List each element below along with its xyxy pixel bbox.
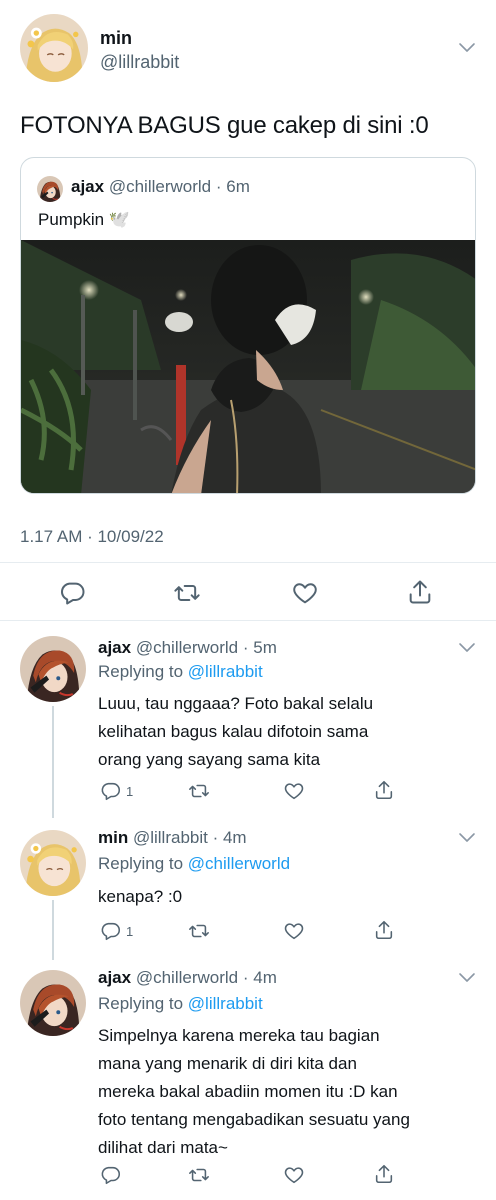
- like-icon[interactable]: [283, 920, 305, 942]
- reply-text: Luuu, tau nggaaa? Foto bakal selalu keli…: [98, 694, 374, 769]
- separator-dot: ·: [238, 638, 254, 657]
- quoted-time: 6m: [226, 177, 250, 196]
- retweet-icon[interactable]: [173, 579, 201, 607]
- reply-author-name[interactable]: ajax: [98, 638, 131, 657]
- replying-to-link[interactable]: @chillerworld: [188, 854, 290, 873]
- reply-icon[interactable]: [59, 579, 87, 607]
- reply-time: 4m: [253, 968, 277, 987]
- quoted-author-handle: @chillerworld: [108, 177, 212, 196]
- quoted-text: Pumpkin 🕊️: [38, 210, 131, 229]
- replying-to: Replying to @chillerworld: [98, 854, 290, 874]
- reply-header: min @lillrabbit · 4m: [98, 828, 247, 848]
- reply-count: 1: [126, 784, 134, 799]
- chevron-down-icon[interactable]: [458, 42, 476, 54]
- avatar[interactable]: [20, 830, 86, 896]
- reply-text: kenapa? :0: [98, 887, 183, 906]
- reply-header: ajax @chillerworld · 4m: [98, 968, 277, 988]
- like-icon[interactable]: [291, 579, 319, 607]
- quoted-header: ajax @chillerworld · 6m: [71, 177, 250, 197]
- avatar[interactable]: [20, 636, 86, 702]
- reply-author-handle[interactable]: @chillerworld: [136, 968, 238, 987]
- quoted-photo[interactable]: [21, 240, 476, 494]
- reply-author-name[interactable]: min: [98, 828, 128, 847]
- author-name[interactable]: min: [100, 28, 132, 49]
- reply-text: Simpelnya karena mereka tau bagian mana …: [98, 1026, 410, 1157]
- divider: [0, 620, 496, 621]
- separator-dot: ·: [211, 177, 227, 196]
- separator-dot: ·: [238, 968, 254, 987]
- replying-to-label: Replying to: [98, 854, 184, 873]
- reply-icon[interactable]: [100, 1164, 122, 1186]
- divider: [0, 562, 496, 563]
- replying-to-label: Replying to: [98, 662, 184, 681]
- quoted-author-name: ajax: [71, 177, 105, 196]
- retweet-icon[interactable]: [188, 780, 210, 802]
- share-icon[interactable]: [373, 919, 395, 941]
- like-icon[interactable]: [283, 1164, 305, 1186]
- reply-author-name[interactable]: ajax: [98, 968, 131, 987]
- chevron-down-icon[interactable]: [458, 832, 476, 844]
- replying-to: Replying to @lillrabbit: [98, 994, 263, 1014]
- share-icon[interactable]: [373, 779, 395, 801]
- avatar[interactable]: [20, 14, 88, 82]
- thread-line: [52, 900, 54, 960]
- share-icon[interactable]: [406, 578, 434, 606]
- replying-to-link[interactable]: @lillrabbit: [188, 662, 263, 681]
- replying-to-label: Replying to: [98, 994, 184, 1013]
- reply-icon[interactable]: [100, 780, 122, 802]
- reply-time: 4m: [222, 828, 247, 847]
- author-handle[interactable]: @lillrabbit: [100, 52, 179, 73]
- reply-author-handle[interactable]: @chillerworld: [136, 638, 238, 657]
- quoted-tweet[interactable]: ajax @chillerworld · 6m Pumpkin 🕊️: [20, 157, 476, 494]
- tweet-text: FOTONYA BAGUS gue cakep di sini :0: [20, 112, 429, 139]
- separator-dot: ·: [207, 828, 223, 847]
- reply-count: 1: [126, 924, 134, 939]
- avatar[interactable]: [20, 970, 86, 1036]
- reply-icon[interactable]: [100, 920, 122, 942]
- thread-line: [52, 706, 54, 818]
- quoted-avatar: [37, 176, 63, 202]
- replying-to: Replying to @lillrabbit: [98, 662, 263, 682]
- reply-time: 5m: [253, 638, 277, 657]
- reply-header: ajax @chillerworld · 5m: [98, 638, 277, 658]
- reply-author-handle[interactable]: @lillrabbit: [133, 828, 208, 847]
- share-icon[interactable]: [373, 1163, 395, 1185]
- replying-to-link[interactable]: @lillrabbit: [188, 994, 263, 1013]
- like-icon[interactable]: [283, 780, 305, 802]
- retweet-icon[interactable]: [188, 1164, 210, 1186]
- avatar-image: [20, 14, 88, 82]
- chevron-down-icon[interactable]: [458, 972, 476, 984]
- tweet-timestamp[interactable]: 1.17 AM · 10/09/22: [20, 527, 164, 547]
- retweet-icon[interactable]: [188, 920, 210, 942]
- chevron-down-icon[interactable]: [458, 642, 476, 654]
